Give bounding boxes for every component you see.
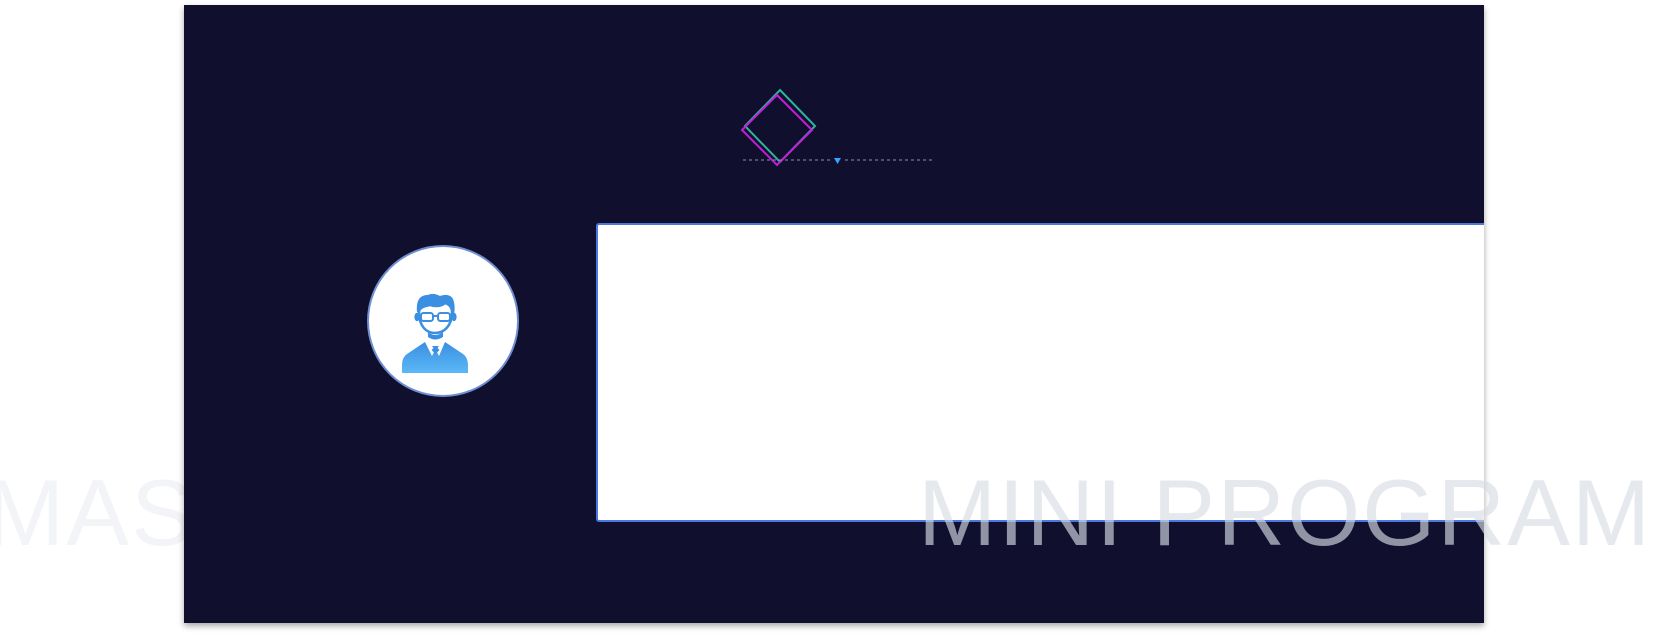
avatar [367, 245, 519, 397]
user-with-glasses-icon [402, 293, 468, 373]
watermark-right: MINI PROGRAM [918, 460, 1653, 565]
dashed-divider [743, 153, 933, 164]
watermark-left: MAS [0, 460, 196, 565]
page: MAS MINI PROGRAM [0, 0, 1671, 636]
triangle-down-icon [834, 158, 841, 164]
